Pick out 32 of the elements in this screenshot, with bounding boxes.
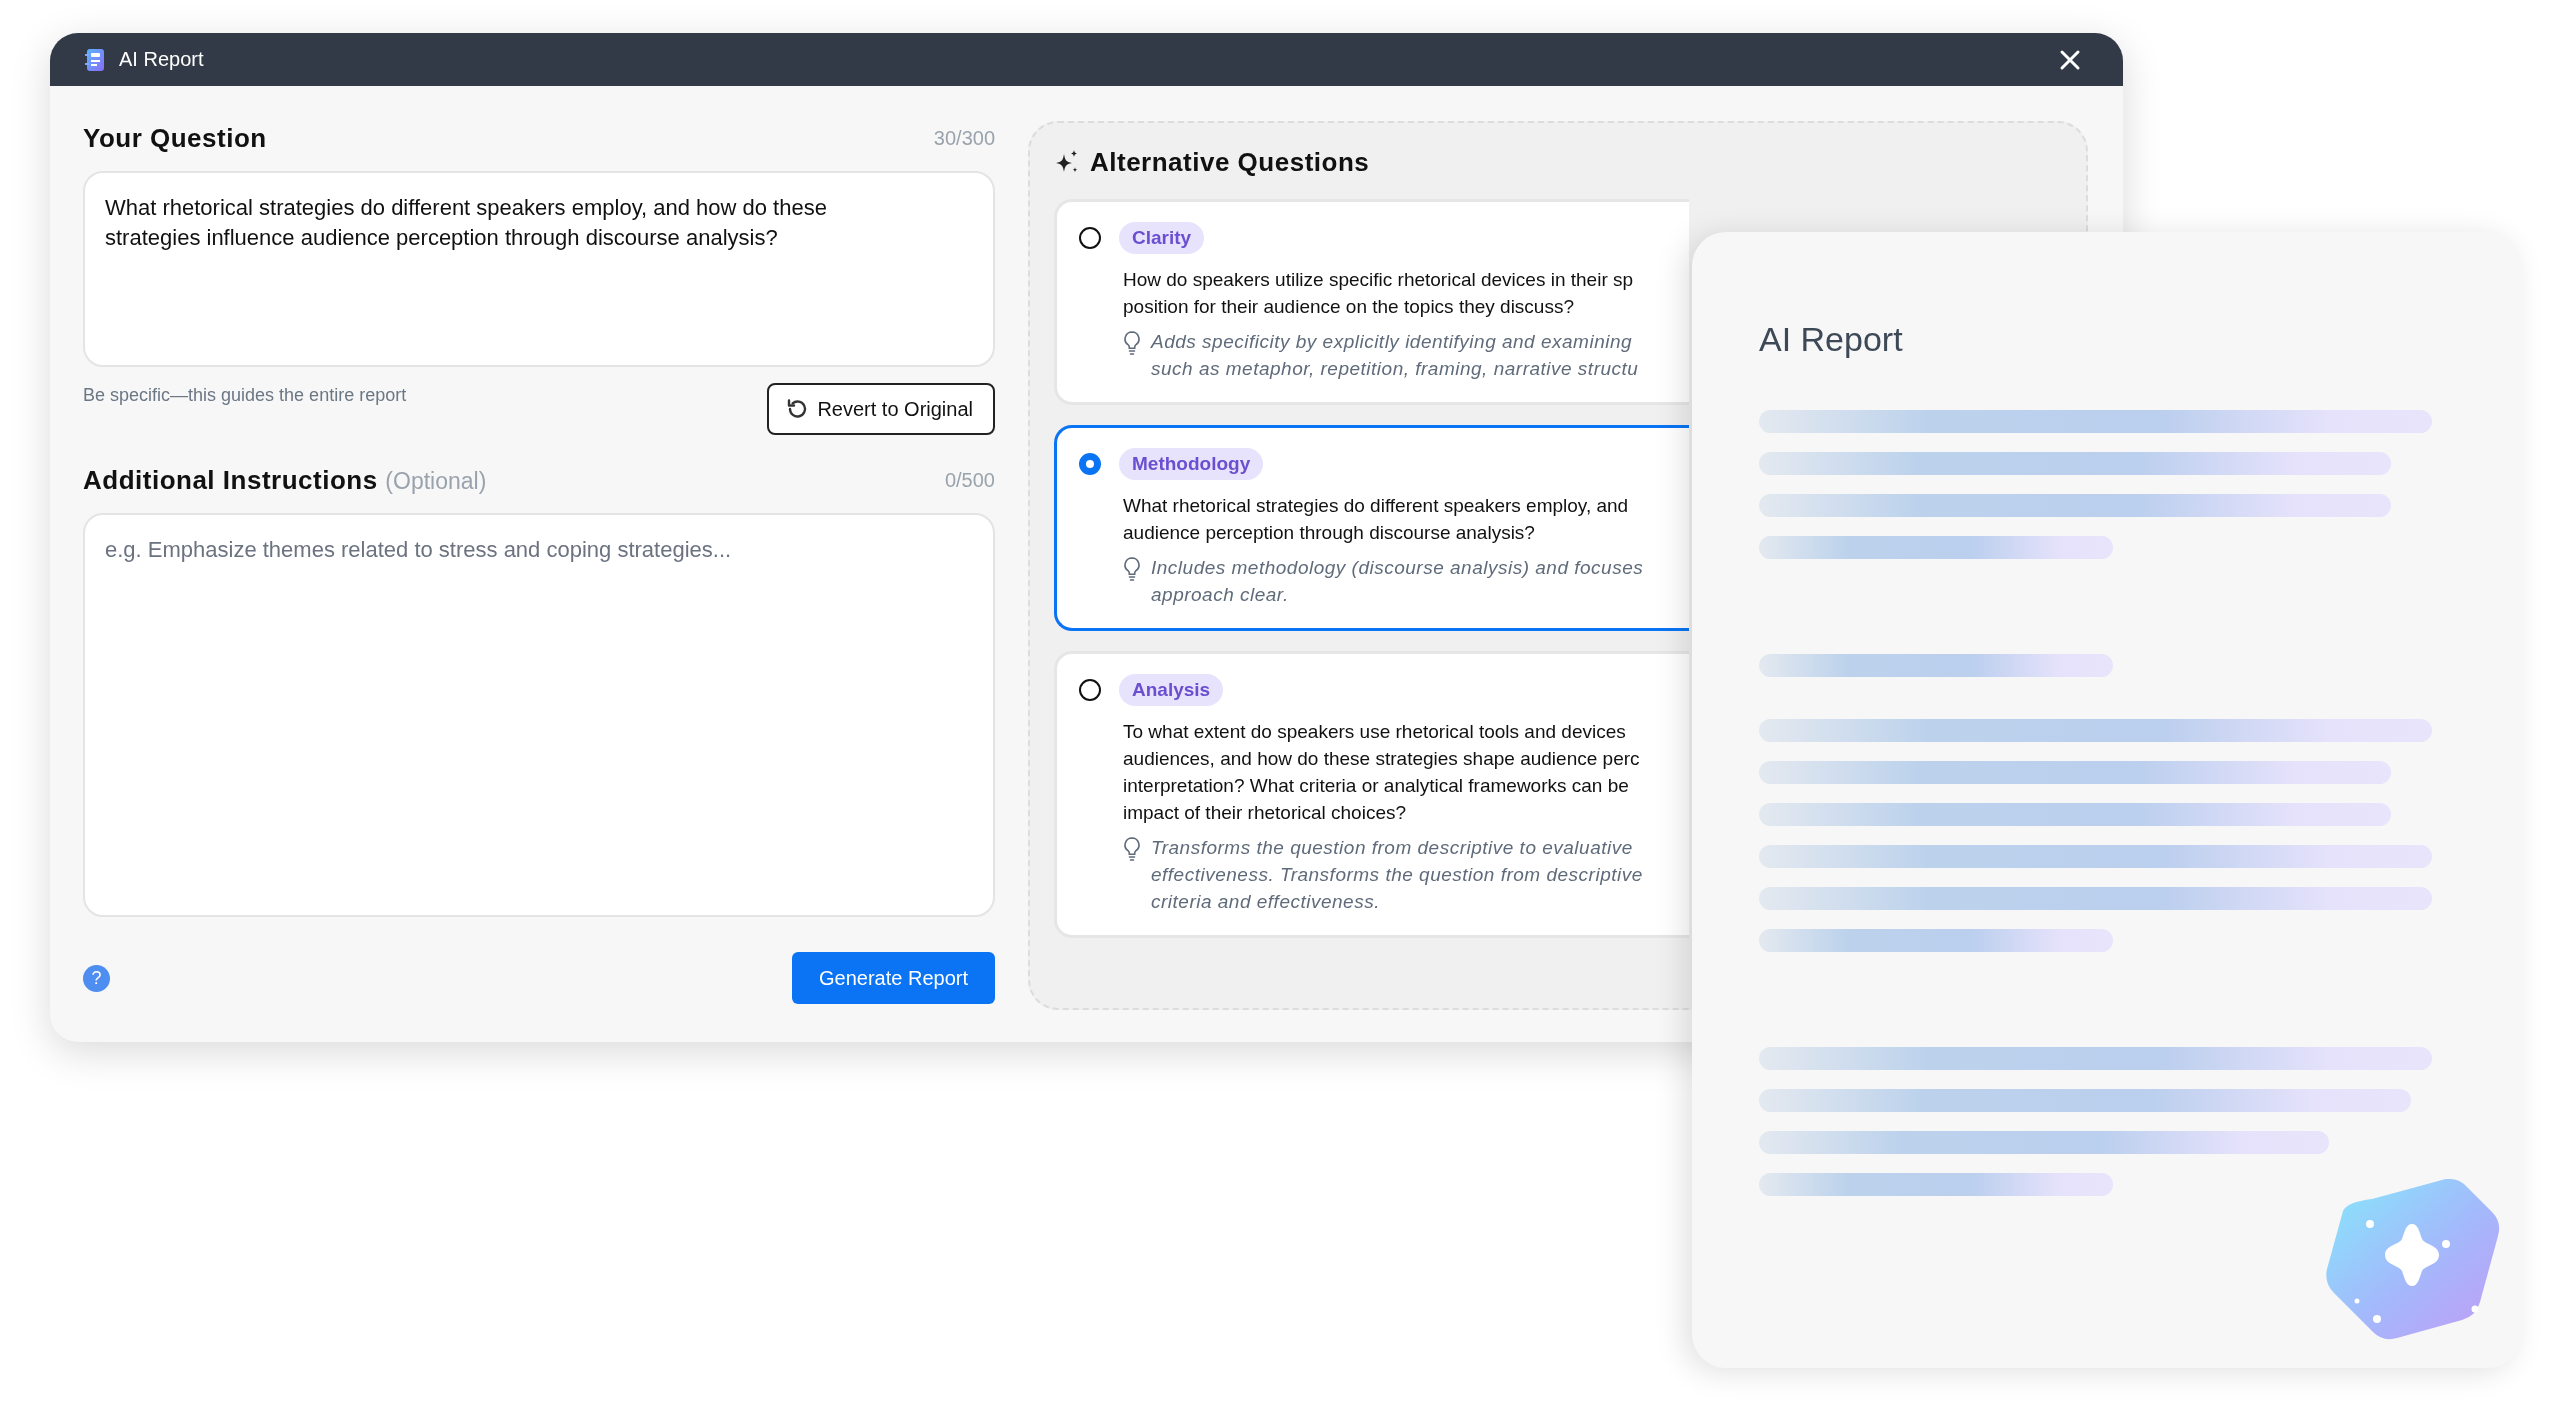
category-tag: Clarity [1119, 222, 1205, 254]
section-heading: Additional Instructions (Optional) [83, 464, 487, 496]
question-text: How do speakers utilize specific rhetorical devices in their sp position for their audience on the topics they discuss? [1123, 268, 1635, 319]
revert-button[interactable]: Revert to Original [767, 383, 995, 435]
radio-button[interactable] [1079, 453, 1101, 475]
rationale-text: Transforms the question from descriptive to evaluative effectiveness. Transforms the question from descriptive criteria and effectiveness. [1151, 836, 1643, 914]
alternative-card[interactable] [1054, 199, 1689, 405]
hint-text: Be specific—this guides the entire report [83, 385, 407, 406]
question-text: What rhetorical strategies do different speakers employ, and audience perception through discourse analysis? [1123, 494, 1630, 545]
question-field[interactable]: What rhetorical strategies do different speakers employ, and how do these strategies influence audience perception through discourse analysis? [83, 171, 995, 367]
alternative-card[interactable] [1054, 651, 1689, 938]
radio-button[interactable] [1079, 227, 1101, 249]
radio-button[interactable] [1079, 679, 1101, 701]
lightbulb-icon [1123, 330, 1141, 356]
instructions-field[interactable]: e.g. Emphasize themes related to stress and coping strategies... [83, 513, 995, 917]
generate-report-button[interactable]: Generate Report [792, 952, 995, 1004]
question-text: To what extent do speakers use rhetorical tools and devices audiences, and how do these strategies shape audience perc interpretation? What criteria or analytical frameworks can be impact of their rhetorical choices? [1123, 720, 1641, 825]
category-tag: Analysis [1119, 674, 1224, 706]
rationale-text: Adds specificity by explicitly identifying and examining such as metaphor, repetition, framing, narrative structu [1151, 330, 1639, 381]
preview-title: AI Report [1759, 320, 1904, 360]
section-heading: Alternative Questions [1090, 146, 1370, 178]
close-icon [2059, 48, 2081, 71]
category-tag: Methodology [1119, 448, 1264, 480]
window-title: AI Report [119, 48, 204, 71]
section-heading: Your Question [83, 122, 267, 154]
rationale-text: Includes methodology (discourse analysis) and focuses approach clear. [1151, 556, 1644, 607]
character-counter: 0/500 [944, 468, 995, 492]
lightbulb-icon [1123, 836, 1141, 862]
character-counter: 30/300 [933, 126, 995, 150]
lightbulb-icon [1123, 556, 1141, 582]
alternative-card[interactable]: Methodology What rhetorical strategies do different speakers employ, and audience perception through discourse analysis? Includes methodology (discourse analysis) and focuses approach clear. [1054, 425, 1689, 631]
notebook-icon [85, 47, 105, 72]
